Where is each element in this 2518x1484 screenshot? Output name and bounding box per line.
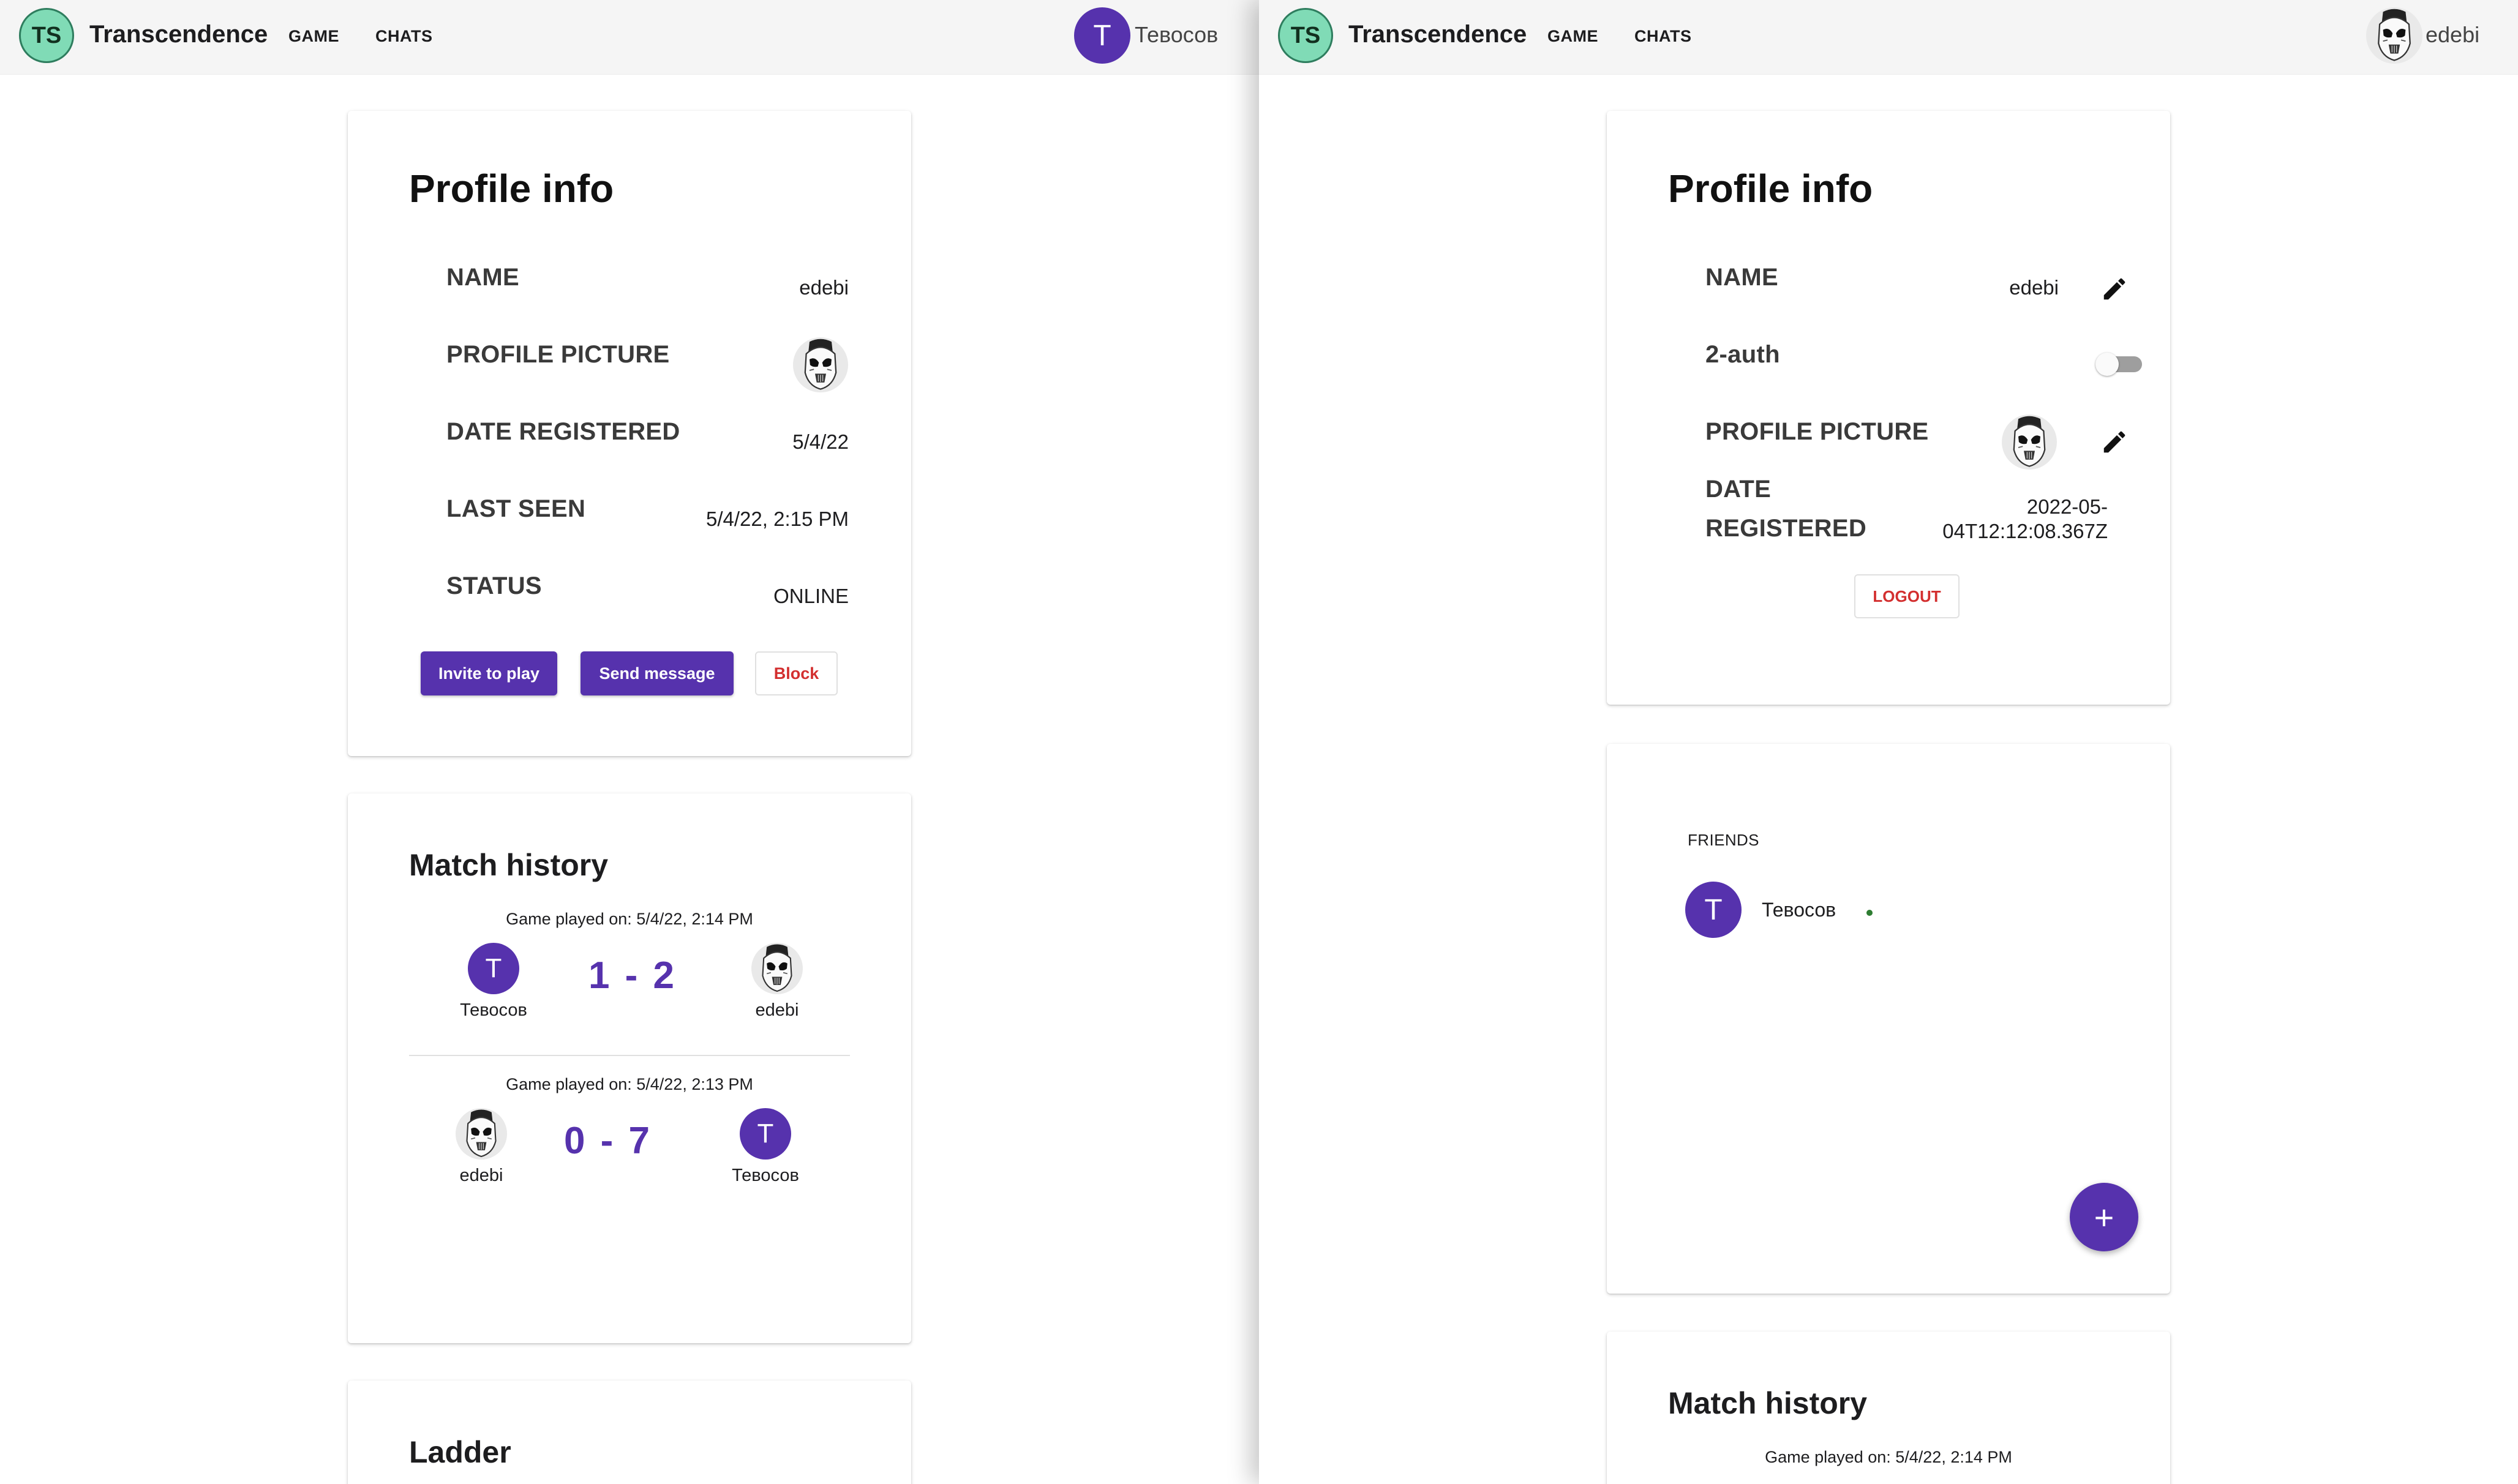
- date-registered-value: 5/4/22: [792, 430, 849, 453]
- status-value: ONLINE: [773, 585, 849, 607]
- status-label: STATUS: [446, 572, 542, 599]
- app-brand[interactable]: Transcendence: [89, 21, 268, 48]
- invite-to-play-button[interactable]: Invite to play: [421, 651, 557, 695]
- user-avatar[interactable]: [2366, 7, 2422, 64]
- ladder-title: Ladder: [409, 1435, 511, 1469]
- app-brand[interactable]: Transcendence: [1348, 21, 1527, 48]
- friends-title: FRIENDS: [1688, 831, 1759, 849]
- profile-title: Profile info: [409, 167, 614, 211]
- add-friend-button[interactable]: +: [2070, 1183, 2138, 1251]
- twofa-toggle[interactable]: [2095, 351, 2144, 378]
- match-history-card: Match history Game played on: 5/4/22, 2:…: [348, 793, 911, 1343]
- game-score: 1 - 2: [588, 954, 677, 997]
- game-score: 0 - 7: [563, 1120, 653, 1162]
- player-name: edebi: [459, 1166, 503, 1185]
- edit-name-icon[interactable]: [2100, 275, 2129, 303]
- player-avatar: [751, 943, 803, 994]
- profile-card: Profile info NAME edebi 2-auth PROFILE P…: [1607, 111, 2170, 705]
- profile-picture-label: PROFILE PICTURE: [1705, 418, 1929, 445]
- app-logo[interactable]: TS: [1278, 8, 1333, 63]
- nav-chats[interactable]: CHATS: [1634, 27, 1692, 46]
- block-button[interactable]: Block: [755, 651, 838, 695]
- send-message-button[interactable]: Send message: [581, 651, 734, 695]
- match-history-title: Match history: [1668, 1386, 1868, 1420]
- friend-avatar: T: [1685, 882, 1742, 938]
- friends-card: FRIENDS T Тевосов +: [1607, 744, 2170, 1294]
- logout-button[interactable]: LOGOUT: [1854, 574, 1960, 618]
- player-name: Тевосов: [460, 1000, 527, 1020]
- date-registered-value: 04T12:12:08.367Z: [1942, 520, 2108, 542]
- user-name[interactable]: edebi: [2426, 22, 2479, 48]
- divider: [409, 1055, 850, 1056]
- friend-item[interactable]: T Тевосов: [1685, 882, 1991, 938]
- name-label: NAME: [1705, 264, 1778, 291]
- player-name: Тевосов: [732, 1166, 799, 1185]
- game-date: Game played on: 5/4/22, 2:13 PM: [506, 1075, 753, 1093]
- profile-picture-avatar: [2002, 414, 2057, 470]
- right-window: TS Transcendence GAME CHATS edebi Profil…: [1259, 0, 2518, 1484]
- last-seen-label: LAST SEEN: [446, 495, 586, 522]
- date-registered-label: REGISTERED: [1705, 515, 1867, 542]
- name-value: edebi: [2009, 276, 2059, 299]
- profile-card: Profile info NAME edebi PROFILE PICTURE …: [348, 111, 911, 756]
- app-logo[interactable]: TS: [19, 8, 74, 63]
- friend-name: Тевосов: [1762, 899, 1836, 921]
- date-registered-label: DATE: [1705, 476, 1772, 503]
- player-name: edebi: [755, 1000, 799, 1020]
- date-registered-label: DATE REGISTERED: [446, 418, 680, 445]
- ladder-card: Ladder: [348, 1381, 911, 1484]
- profile-title: Profile info: [1668, 167, 1873, 211]
- date-registered-value: 2022-05-: [2026, 495, 2108, 518]
- player-avatar: [456, 1108, 507, 1160]
- online-status-dot: [1866, 910, 1873, 916]
- player-avatar: T: [740, 1108, 791, 1160]
- user-avatar[interactable]: T: [1074, 7, 1130, 64]
- edit-picture-icon[interactable]: [2100, 428, 2129, 456]
- app-bar: TS Transcendence GAME CHATS T Тевосов: [0, 0, 1259, 75]
- match-history-card: Match history Game played on: 5/4/22, 2:…: [1607, 1332, 2170, 1484]
- left-window: TS Transcendence GAME CHATS T Тевосов Pr…: [0, 0, 1259, 1484]
- user-name[interactable]: Тевосов: [1135, 22, 1218, 48]
- app-bar: TS Transcendence GAME CHATS edebi: [1259, 0, 2518, 75]
- match-history-title: Match history: [409, 848, 609, 882]
- nav-game[interactable]: GAME: [288, 27, 339, 46]
- last-seen-value: 5/4/22, 2:15 PM: [706, 508, 849, 530]
- nav-game[interactable]: GAME: [1547, 27, 1598, 46]
- profile-picture-label: PROFILE PICTURE: [446, 341, 670, 368]
- game-date: Game played on: 5/4/22, 2:14 PM: [1765, 1448, 2012, 1466]
- nav-chats[interactable]: CHATS: [375, 27, 433, 46]
- name-label: NAME: [446, 264, 519, 291]
- twofa-label: 2-auth: [1705, 341, 1780, 368]
- game-date: Game played on: 5/4/22, 2:14 PM: [506, 910, 753, 928]
- name-value: edebi: [799, 276, 849, 299]
- profile-picture-avatar: [793, 337, 848, 392]
- player-avatar: T: [468, 943, 519, 994]
